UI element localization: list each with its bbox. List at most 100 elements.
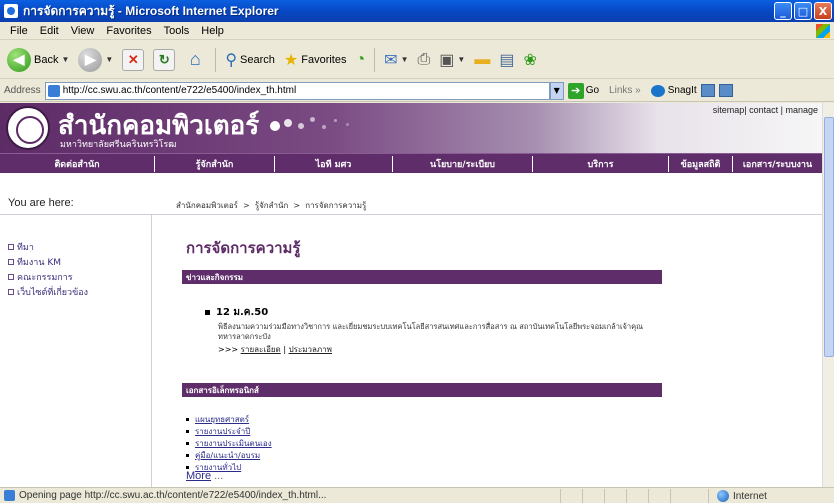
sidebar-item-label: เว็บไซต์ที่เกี่ยวข้อง [17,288,89,298]
docs-list: แผนยุทธศาสตร์ รายงานประจำปี รายงานประเมิ… [186,413,272,473]
title-bar: การจัดการความรู้ - Microsoft Internet Ex… [0,0,834,22]
folder-icon: ▬ [474,50,491,68]
sidebar-item-committee[interactable]: คณะกรรมการ [8,270,73,284]
back-dropdown-icon[interactable]: ▼ [61,55,69,64]
ie-app-icon [4,4,18,18]
breadcrumb-item-computer-center[interactable]: สำนักคอมพิวเตอร์ [176,201,238,210]
address-dropdown-icon[interactable]: ▼ [549,81,564,100]
print-button[interactable]: ⎙ [414,45,433,75]
bullet-icon [205,310,210,315]
forward-dropdown-icon[interactable]: ▼ [105,55,113,64]
breadcrumb-item-current: การจัดการความรู้ [305,201,367,210]
nav-policy[interactable]: นโยบาย/ระเบียบ [393,156,533,172]
favorites-star-icon: ★ [283,51,299,69]
page-viewport: สำนักคอมพิวเตอร์ มหาวิทยาลัยศรีนครินทรวิ… [0,103,822,487]
sidebar-item-related-sites[interactable]: เว็บไซต์ที่เกี่ยวข้อง [8,285,88,299]
mail-button[interactable]: ✉ ▼ [381,45,411,75]
snagit-options-icon[interactable] [718,84,733,97]
sidebar-item-background[interactable]: ทีมา [8,240,34,254]
bullet-icon [186,465,189,469]
more-ellipsis: ... [214,470,224,482]
go-button[interactable]: ➔ Go [567,82,600,99]
menu-help[interactable]: Help [195,25,230,37]
menu-view[interactable]: View [65,25,101,37]
research-button[interactable]: ▤ [496,45,517,75]
bullet-icon [186,429,189,433]
folder-button[interactable]: ▬ [471,45,493,75]
square-bullet-icon [8,244,14,250]
docs-section-header: เอกสารอิเล็กทรอนิกส์ [182,383,662,397]
university-seal-logo[interactable] [6,106,50,150]
refresh-button[interactable]: ↻ [150,45,178,75]
snagit-label: SnagIt [667,85,697,96]
news-item: 12 ม.ค.50 พิธีลงนามความร่วมมือทางวิชาการ… [205,305,658,356]
menu-file[interactable]: File [4,25,34,37]
address-bar: Address http://cc.swu.ac.th/content/e722… [0,80,834,102]
news-links: >>> รายละเอียด | ประมวลภาพ [218,343,658,356]
menu-edit[interactable]: Edit [34,25,65,37]
edit-page-icon: ▣ [439,51,455,69]
window-title: การจัดการความรู้ - Microsoft Internet Ex… [23,3,279,18]
edit-button[interactable]: ▣ ▼ [436,45,468,75]
stop-button[interactable]: ✕ [119,45,147,75]
news-photo-link[interactable]: ประมวลภาพ [289,345,332,354]
scrollbar-thumb[interactable] [824,117,834,357]
history-icon: ◔ [355,50,366,68]
loading-page-icon [4,490,15,501]
messenger-button[interactable]: ❀ [520,45,539,75]
close-button[interactable]: X [814,2,832,20]
standard-toolbar: ◀ Back ▼ ▶ ▼ ✕ ↻ ⌂ ⚲ Search ★ Favorites … [0,41,834,79]
search-icon: ⚲ [225,51,238,69]
news-links-separator: | [283,345,287,354]
nav-about[interactable]: รู้จักสำนัก [155,156,275,172]
main-nav: ติดต่อสำนัก รู้จักสำนัก ไอที มศว นโยบาย/… [0,153,822,173]
nav-services[interactable]: บริการ [533,156,669,172]
history-button[interactable]: ◔ [352,45,368,75]
sidebar-item-km-team[interactable]: ทีมงาน KM [8,255,61,269]
utility-links[interactable]: sitemap| contact | manage [713,105,818,115]
messenger-icon: ❀ [523,51,537,69]
menu-tools[interactable]: Tools [158,25,196,37]
news-date: 12 ม.ค.50 [205,305,658,320]
list-item: คู่มือ/แนะนำ/อบรม [186,449,272,461]
menu-bar: File Edit View Favorites Tools Help [0,22,834,40]
address-url: http://cc.swu.ac.th/content/e722/e5400/i… [62,85,297,96]
edit-dropdown-icon[interactable]: ▼ [457,55,465,64]
snagit-button[interactable]: SnagIt [650,84,697,97]
news-description: พิธีลงนามความร่วมมือทางวิชาการ และเยี่ยม… [218,322,644,341]
you-are-here-label: You are here: [8,197,74,209]
links-button[interactable]: Links » [609,85,641,96]
address-input[interactable]: http://cc.swu.ac.th/content/e722/e5400/i… [44,81,550,100]
news-section-header: ข่าวและกิจกรรม [182,270,662,284]
menu-favorites[interactable]: Favorites [100,25,157,37]
mail-icon: ✉ [384,51,398,69]
nav-it-swu[interactable]: ไอที มศว [275,156,393,172]
back-arrow-icon: ◀ [7,47,31,72]
home-button[interactable]: ⌂ [181,45,209,75]
internet-globe-icon [717,490,729,502]
search-button[interactable]: ⚲ Search [222,45,278,75]
favorites-button[interactable]: ★ Favorites [281,45,350,75]
toolbar-separator [374,47,376,72]
back-button[interactable]: ◀ Back ▼ [4,45,72,75]
maximize-button[interactable]: □ [794,2,812,20]
status-bar: Opening page http://cc.swu.ac.th/content… [0,487,834,503]
nav-documents[interactable]: เอกสาร/ระบบงาน [733,156,822,172]
decorative-dots [270,113,360,139]
go-label: Go [585,85,600,96]
nav-contact[interactable]: ติดต่อสำนัก [0,156,155,172]
nav-statistics[interactable]: ข้อมูลสถิติ [669,156,733,172]
forward-button[interactable]: ▶ ▼ [75,45,116,75]
left-sidebar: ทีมา ทีมงาน KM คณะกรรมการ เว็บไซต์ที่เกี… [0,215,152,487]
mail-dropdown-icon[interactable]: ▼ [401,55,409,64]
go-arrow-icon: ➔ [567,82,584,99]
vertical-scrollbar[interactable] [822,103,834,487]
news-links-prefix: >>> [218,345,239,354]
minimize-button[interactable]: _ [774,2,792,20]
snagit-capture-icon[interactable] [700,84,715,97]
more-link[interactable]: More [186,470,211,482]
breadcrumb-item-about[interactable]: รู้จักสำนัก [255,201,289,210]
page-title: การจัดการความรู้ [186,239,301,257]
status-cells [560,489,692,503]
news-detail-link[interactable]: รายละเอียด [241,345,281,354]
